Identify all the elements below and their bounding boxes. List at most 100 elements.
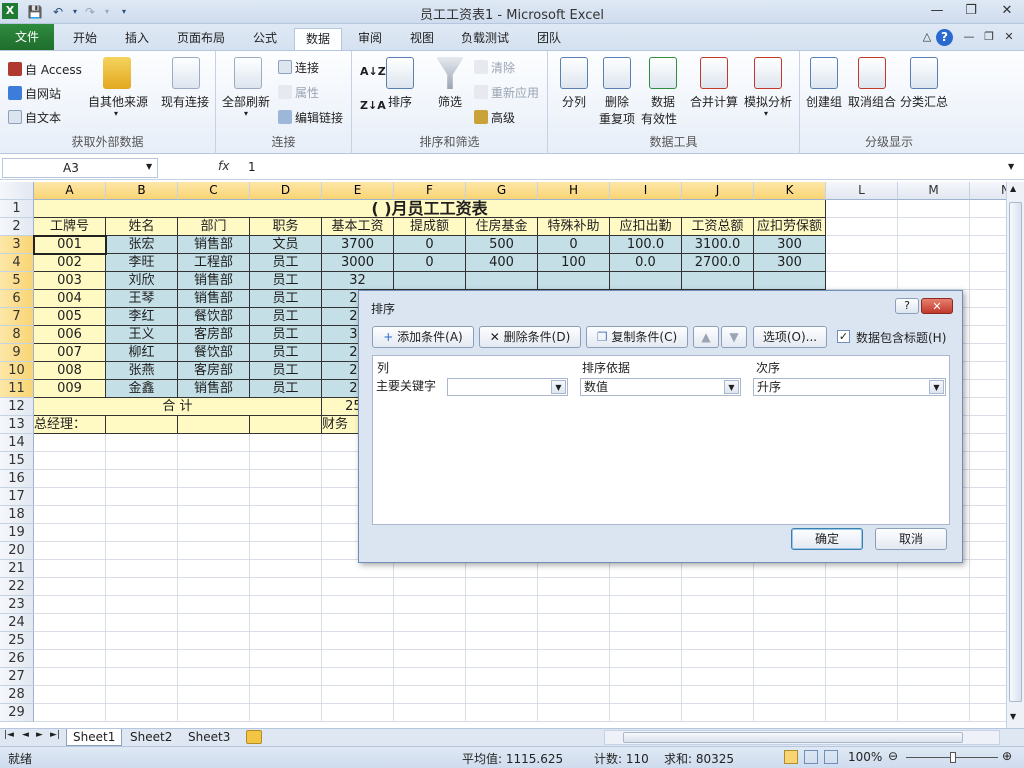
dialog-help-button[interactable]: ?: [895, 298, 919, 314]
close-icon[interactable]: ✕: [994, 2, 1020, 20]
cell[interactable]: [610, 596, 682, 614]
table-data-cell[interactable]: 销售部: [178, 236, 250, 254]
cell[interactable]: [826, 614, 898, 632]
column-header-K[interactable]: K: [754, 182, 826, 200]
cell[interactable]: [34, 434, 106, 452]
horizontal-scrollbar[interactable]: [604, 730, 1000, 745]
table-data-cell[interactable]: 柳红: [106, 344, 178, 362]
cell[interactable]: [106, 686, 178, 704]
cell[interactable]: [178, 578, 250, 596]
cell[interactable]: [970, 362, 1008, 380]
filter-button[interactable]: 筛选: [438, 93, 462, 110]
table-data-cell[interactable]: 文员: [250, 236, 322, 254]
cell[interactable]: [970, 254, 1008, 272]
table-data-cell[interactable]: 0: [394, 236, 466, 254]
cell[interactable]: [322, 578, 394, 596]
table-data-cell[interactable]: 3000: [322, 254, 394, 272]
table-data-cell[interactable]: 0.0: [610, 254, 682, 272]
cell[interactable]: [34, 668, 106, 686]
row-header-25[interactable]: 25: [0, 632, 34, 650]
column-header-F[interactable]: F: [394, 182, 466, 200]
name-box[interactable]: A3: [2, 158, 158, 178]
cell[interactable]: [826, 236, 898, 254]
sort-asc-button[interactable]: A↓Z: [360, 65, 386, 78]
cell[interactable]: [898, 218, 970, 236]
table-data-cell[interactable]: 005: [34, 308, 106, 326]
cell[interactable]: [106, 542, 178, 560]
page-layout-view-icon[interactable]: [804, 750, 818, 764]
sort-desc-button[interactable]: Z↓A: [360, 99, 386, 112]
table-data-cell[interactable]: 3700: [322, 236, 394, 254]
row-header-24[interactable]: 24: [0, 614, 34, 632]
cell[interactable]: [106, 434, 178, 452]
cell[interactable]: [826, 218, 898, 236]
table-header-cell[interactable]: 工牌号: [34, 218, 106, 236]
insert-sheet-icon[interactable]: [246, 730, 262, 744]
cell[interactable]: [466, 704, 538, 722]
remove-duplicates-line1[interactable]: 删除: [605, 93, 629, 110]
cell[interactable]: [178, 632, 250, 650]
table-data-cell[interactable]: [682, 272, 754, 290]
table-data-cell[interactable]: 李旺: [106, 254, 178, 272]
signature-cell[interactable]: [250, 416, 322, 434]
row-header-15[interactable]: 15: [0, 452, 34, 470]
select-all-corner[interactable]: [0, 182, 34, 200]
tab-team[interactable]: 团队: [526, 28, 572, 50]
cell[interactable]: [682, 650, 754, 668]
cell[interactable]: [178, 560, 250, 578]
sheet-nav-last-icon[interactable]: ►|: [50, 730, 60, 740]
zoom-level[interactable]: 100%: [848, 750, 882, 764]
group-button[interactable]: 创建组: [806, 93, 842, 110]
row-header-16[interactable]: 16: [0, 470, 34, 488]
cell[interactable]: [754, 650, 826, 668]
cell[interactable]: [34, 560, 106, 578]
column-header-I[interactable]: I: [610, 182, 682, 200]
hscroll-thumb[interactable]: [623, 732, 963, 743]
cell[interactable]: [754, 686, 826, 704]
row-header-21[interactable]: 21: [0, 560, 34, 578]
cell[interactable]: [970, 290, 1008, 308]
column-header-M[interactable]: M: [898, 182, 970, 200]
cell[interactable]: [106, 488, 178, 506]
row-header-5[interactable]: 5: [0, 272, 34, 290]
cell[interactable]: [898, 686, 970, 704]
table-data-cell[interactable]: 员工: [250, 272, 322, 290]
table-data-cell[interactable]: 销售部: [178, 380, 250, 398]
column-header-J[interactable]: J: [682, 182, 754, 200]
column-header-N[interactable]: N: [970, 182, 1008, 200]
cell[interactable]: [34, 488, 106, 506]
row-header-22[interactable]: 22: [0, 578, 34, 596]
table-data-cell[interactable]: 员工: [250, 380, 322, 398]
manager-label-cell[interactable]: 总经理：: [34, 416, 106, 434]
column-header-A[interactable]: A: [34, 182, 106, 200]
cell[interactable]: [970, 236, 1008, 254]
table-data-cell[interactable]: 张宏: [106, 236, 178, 254]
sort-order-select[interactable]: 升序 ▼: [753, 378, 946, 396]
clear-button[interactable]: 清除: [474, 59, 515, 76]
cell[interactable]: [250, 524, 322, 542]
cell[interactable]: [322, 614, 394, 632]
cell[interactable]: [250, 650, 322, 668]
table-data-cell[interactable]: 500: [466, 236, 538, 254]
row-header-8[interactable]: 8: [0, 326, 34, 344]
table-data-cell[interactable]: 李红: [106, 308, 178, 326]
cell[interactable]: [394, 632, 466, 650]
edit-links-button[interactable]: 编辑链接: [278, 109, 343, 126]
table-data-cell[interactable]: 员工: [250, 344, 322, 362]
cell[interactable]: [178, 686, 250, 704]
cell[interactable]: [826, 578, 898, 596]
scroll-up-icon[interactable]: ▲: [1010, 184, 1016, 193]
table-data-cell[interactable]: [394, 272, 466, 290]
table-data-cell[interactable]: 0: [538, 236, 610, 254]
row-header-14[interactable]: 14: [0, 434, 34, 452]
cell[interactable]: [250, 506, 322, 524]
cell[interactable]: [898, 596, 970, 614]
cell[interactable]: [250, 452, 322, 470]
move-up-button[interactable]: ▲: [693, 326, 719, 348]
table-data-cell[interactable]: 客房部: [178, 326, 250, 344]
cell[interactable]: [682, 632, 754, 650]
sheet-title[interactable]: ( )月员工工资表: [34, 200, 826, 218]
cell[interactable]: [826, 686, 898, 704]
doc-close-icon[interactable]: ✕: [996, 28, 1022, 46]
table-data-cell[interactable]: 餐饮部: [178, 344, 250, 362]
